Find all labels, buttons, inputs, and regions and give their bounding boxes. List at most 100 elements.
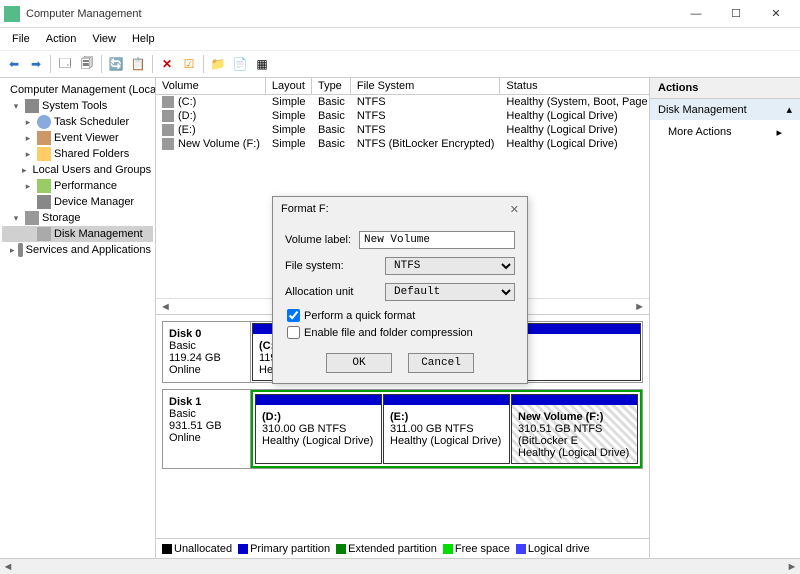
allocation-unit-label: Allocation unit bbox=[285, 286, 385, 298]
help-icon[interactable]: 📁 bbox=[208, 54, 228, 74]
menu-view[interactable]: View bbox=[86, 31, 122, 47]
disk-0-label[interactable]: Disk 0 Basic 119.24 GB Online bbox=[163, 322, 251, 382]
tree-item-label: Shared Folders bbox=[54, 148, 129, 160]
actions-more[interactable]: More Actions▸ bbox=[650, 120, 800, 145]
new-icon[interactable]: 📄 bbox=[230, 54, 250, 74]
tree-disk-management[interactable]: Disk Management bbox=[2, 226, 153, 242]
vol-type: Basic bbox=[312, 109, 351, 123]
disk-icon bbox=[37, 227, 51, 241]
services-icon bbox=[18, 243, 23, 257]
menu-file[interactable]: File bbox=[6, 31, 36, 47]
menu-help[interactable]: Help bbox=[126, 31, 161, 47]
scroll-left-icon[interactable]: ◄ bbox=[0, 561, 16, 573]
close-button[interactable]: ✕ bbox=[756, 2, 796, 26]
part-size: 311.00 GB NTFS bbox=[390, 423, 474, 435]
legend-free: Free space bbox=[455, 543, 510, 555]
vol-name: (D:) bbox=[178, 110, 196, 122]
actions-disk-label: Disk Management bbox=[658, 104, 747, 116]
toolbar: ⬅ ➡ 🗔 🗐 🔄 📋 ✕ ☑ 📁 📄 ▦ bbox=[0, 50, 800, 78]
tree-shared-folders[interactable]: ▸Shared Folders bbox=[2, 146, 153, 162]
disk-1-parts: (D:)310.00 GB NTFSHealthy (Logical Drive… bbox=[251, 390, 642, 468]
close-icon[interactable]: ✕ bbox=[510, 203, 519, 216]
ok-button[interactable]: OK bbox=[326, 353, 392, 373]
vol-fs: NTFS (BitLocker Encrypted) bbox=[351, 137, 501, 151]
task-icon bbox=[37, 115, 51, 129]
tree-panel: Computer Management (Local ▾System Tools… bbox=[0, 78, 156, 558]
disk-type: Basic bbox=[169, 408, 196, 420]
vol-status: Healthy (Logical Drive) bbox=[500, 109, 649, 123]
disk-1-label[interactable]: Disk 1 Basic 931.51 GB Online bbox=[163, 390, 251, 468]
volume-icon bbox=[162, 96, 174, 108]
swatch-extended bbox=[336, 544, 346, 554]
check-icon[interactable]: ☑ bbox=[179, 54, 199, 74]
tree-item-label: Event Viewer bbox=[54, 132, 119, 144]
volume-label-input[interactable] bbox=[359, 231, 515, 249]
tree-device-manager[interactable]: Device Manager bbox=[2, 194, 153, 210]
refresh-icon[interactable]: 🔄 bbox=[106, 54, 126, 74]
device-icon bbox=[37, 195, 51, 209]
swatch-free bbox=[443, 544, 453, 554]
app-icon bbox=[4, 6, 20, 22]
disk-state: Online bbox=[169, 432, 201, 444]
menu-action[interactable]: Action bbox=[40, 31, 83, 47]
properties-icon[interactable]: 📋 bbox=[128, 54, 148, 74]
filesystem-select[interactable]: NTFS bbox=[385, 257, 515, 275]
col-status[interactable]: Status bbox=[500, 78, 649, 95]
quick-format-checkbox[interactable] bbox=[287, 309, 300, 322]
volume-label-label: Volume label: bbox=[285, 234, 359, 246]
volume-header-row: Volume Layout Type File System Status bbox=[156, 78, 649, 95]
tree-system-tools[interactable]: ▾System Tools bbox=[2, 98, 153, 114]
minimize-button[interactable]: — bbox=[676, 2, 716, 26]
delete-icon[interactable]: ✕ bbox=[157, 54, 177, 74]
part-name: (E:) bbox=[390, 411, 408, 423]
col-fs[interactable]: File System bbox=[351, 78, 501, 95]
partition-d[interactable]: (D:)310.00 GB NTFSHealthy (Logical Drive… bbox=[255, 394, 382, 464]
tree-task-scheduler[interactable]: ▸Task Scheduler bbox=[2, 114, 153, 130]
table-row[interactable]: (C:)SimpleBasicNTFSHealthy (System, Boot… bbox=[156, 95, 649, 109]
partition-f[interactable]: New Volume (F:)310.51 GB NTFS (BitLocker… bbox=[511, 394, 638, 464]
forward-icon[interactable]: ➡ bbox=[26, 54, 46, 74]
cancel-button[interactable]: Cancel bbox=[408, 353, 474, 373]
allocation-unit-select[interactable]: Default bbox=[385, 283, 515, 301]
tree-storage[interactable]: ▾Storage bbox=[2, 210, 153, 226]
storage-icon bbox=[25, 211, 39, 225]
table-row[interactable]: (E:)SimpleBasicNTFSHealthy (Logical Driv… bbox=[156, 123, 649, 137]
tree-performance[interactable]: ▸Performance bbox=[2, 178, 153, 194]
col-volume[interactable]: Volume bbox=[156, 78, 266, 95]
vol-status: Healthy (Logical Drive) bbox=[500, 137, 649, 151]
table-row[interactable]: New Volume (F:)SimpleBasicNTFS (BitLocke… bbox=[156, 137, 649, 151]
maximize-button[interactable]: ☐ bbox=[716, 2, 756, 26]
list-icon[interactable]: ▦ bbox=[252, 54, 272, 74]
vol-name: (E:) bbox=[178, 124, 196, 136]
show-hide-icon[interactable]: 🗐 bbox=[77, 54, 97, 74]
tree-local-users[interactable]: ▸Local Users and Groups bbox=[2, 162, 153, 178]
tools-icon bbox=[25, 99, 39, 113]
scroll-left-icon[interactable]: ◄ bbox=[160, 301, 171, 313]
compression-checkbox[interactable] bbox=[287, 326, 300, 339]
actions-header: Actions bbox=[650, 78, 800, 99]
tree-root-label: Computer Management (Local bbox=[10, 84, 156, 96]
tree-storage-label: Storage bbox=[42, 212, 81, 224]
part-status: Healthy (Logical Drive) bbox=[518, 447, 629, 459]
back-icon[interactable]: ⬅ bbox=[4, 54, 24, 74]
vol-name: New Volume (F:) bbox=[178, 138, 260, 150]
scroll-right-icon[interactable]: ► bbox=[634, 301, 645, 313]
actions-disk-management[interactable]: Disk Management▴ bbox=[650, 99, 800, 120]
up-icon[interactable]: 🗔 bbox=[55, 54, 75, 74]
scroll-right-icon[interactable]: ► bbox=[784, 561, 800, 573]
col-layout[interactable]: Layout bbox=[266, 78, 312, 95]
volume-icon bbox=[162, 110, 174, 122]
format-dialog: Format F: ✕ Volume label: File system:NT… bbox=[272, 196, 528, 384]
tree-event-viewer[interactable]: ▸Event Viewer bbox=[2, 130, 153, 146]
filesystem-label: File system: bbox=[285, 260, 385, 272]
part-size: 310.51 GB NTFS (BitLocker E bbox=[518, 423, 602, 447]
col-type[interactable]: Type bbox=[312, 78, 351, 95]
partition-e[interactable]: (E:)311.00 GB NTFSHealthy (Logical Drive… bbox=[383, 394, 510, 464]
table-row[interactable]: (D:)SimpleBasicNTFSHealthy (Logical Driv… bbox=[156, 109, 649, 123]
tree-root[interactable]: Computer Management (Local bbox=[2, 82, 153, 98]
dialog-titlebar[interactable]: Format F: ✕ bbox=[273, 197, 527, 221]
legend-extended: Extended partition bbox=[348, 543, 437, 555]
disk-size: 931.51 GB bbox=[169, 420, 222, 432]
legend-unalloc: Unallocated bbox=[174, 543, 232, 555]
tree-services[interactable]: ▸Services and Applications bbox=[2, 242, 153, 258]
